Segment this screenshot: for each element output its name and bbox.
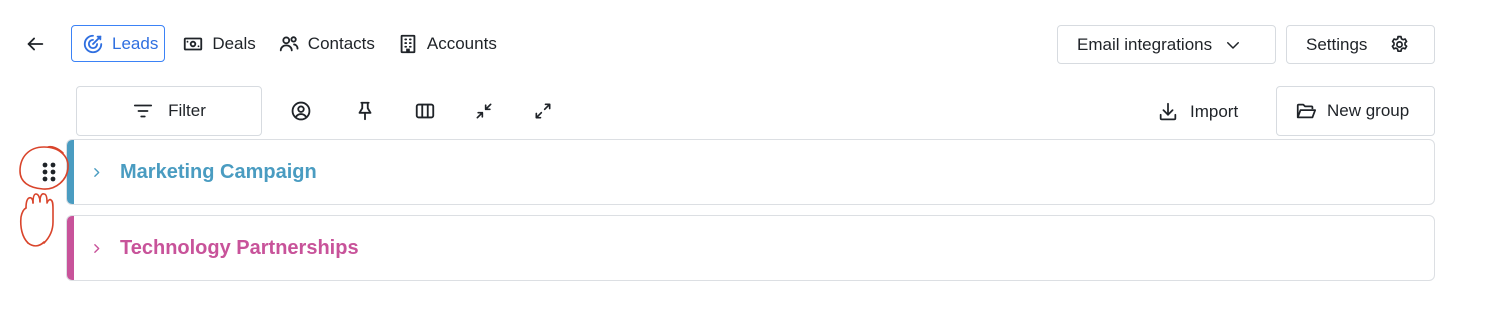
user-circle-icon [291, 101, 311, 121]
back-button[interactable] [22, 31, 48, 57]
settings-label: Settings [1306, 34, 1368, 54]
filter-icon [134, 104, 153, 118]
expand-all-button[interactable] [531, 99, 555, 123]
expand-icon [535, 103, 551, 119]
group-row-marketing-campaign[interactable]: Marketing Campaign [66, 139, 1435, 205]
nav-tab-leads[interactable]: Leads [71, 25, 166, 62]
drag-handle[interactable] [40, 161, 58, 183]
group-row-technology-partnerships[interactable]: Technology Partnerships [66, 215, 1435, 281]
pin-icon [358, 101, 372, 121]
collapse-all-button[interactable] [472, 99, 496, 123]
filter-button[interactable]: Filter [76, 86, 262, 136]
download-icon [1159, 102, 1177, 121]
arrow-left-icon [27, 37, 44, 51]
chevron-right-icon [93, 243, 99, 253]
settings-button[interactable]: Settings [1286, 25, 1435, 64]
group-name[interactable]: Technology Partnerships [120, 237, 359, 260]
nav-tab-contacts[interactable]: Contacts [267, 25, 386, 62]
email-integrations-dropdown[interactable]: Email integrations [1057, 25, 1276, 64]
group-color-bar [67, 140, 74, 204]
email-integrations-label: Email integrations [1077, 34, 1213, 54]
collapse-icon [476, 103, 492, 119]
import-label: Import [1190, 102, 1239, 121]
columns-button[interactable] [413, 99, 437, 123]
group-color-bar [67, 216, 74, 280]
target-icon [83, 34, 103, 53]
entity-nav: Leads Deals Contacts Accounts [71, 25, 508, 62]
import-button[interactable]: Import [1157, 99, 1238, 125]
grip-dots-icon [42, 162, 56, 182]
filter-label: Filter [168, 101, 206, 120]
nav-tab-accounts[interactable]: Accounts [386, 25, 508, 62]
chevron-right-icon [93, 167, 99, 177]
gear-icon [1392, 35, 1408, 52]
expand-group-button[interactable] [89, 241, 103, 255]
nav-tab-deals[interactable]: Deals [171, 25, 266, 62]
nav-tab-label: Leads [112, 33, 159, 53]
nav-tab-label: Accounts [426, 33, 497, 53]
folder-open-icon [1296, 103, 1317, 119]
banknote-icon [184, 37, 203, 50]
new-group-label: New group [1327, 101, 1410, 120]
new-group-button[interactable]: New group [1276, 86, 1435, 136]
nav-tab-label: Contacts [307, 33, 375, 53]
building-icon [400, 34, 416, 53]
users-icon [279, 35, 299, 51]
expand-group-button[interactable] [89, 165, 103, 179]
chevron-down-icon [1227, 41, 1240, 49]
pin-button[interactable] [353, 99, 377, 123]
columns-icon [415, 103, 435, 119]
group-name[interactable]: Marketing Campaign [120, 161, 317, 184]
assignee-filter-button[interactable] [289, 99, 313, 123]
nav-tab-label: Deals [212, 33, 256, 53]
